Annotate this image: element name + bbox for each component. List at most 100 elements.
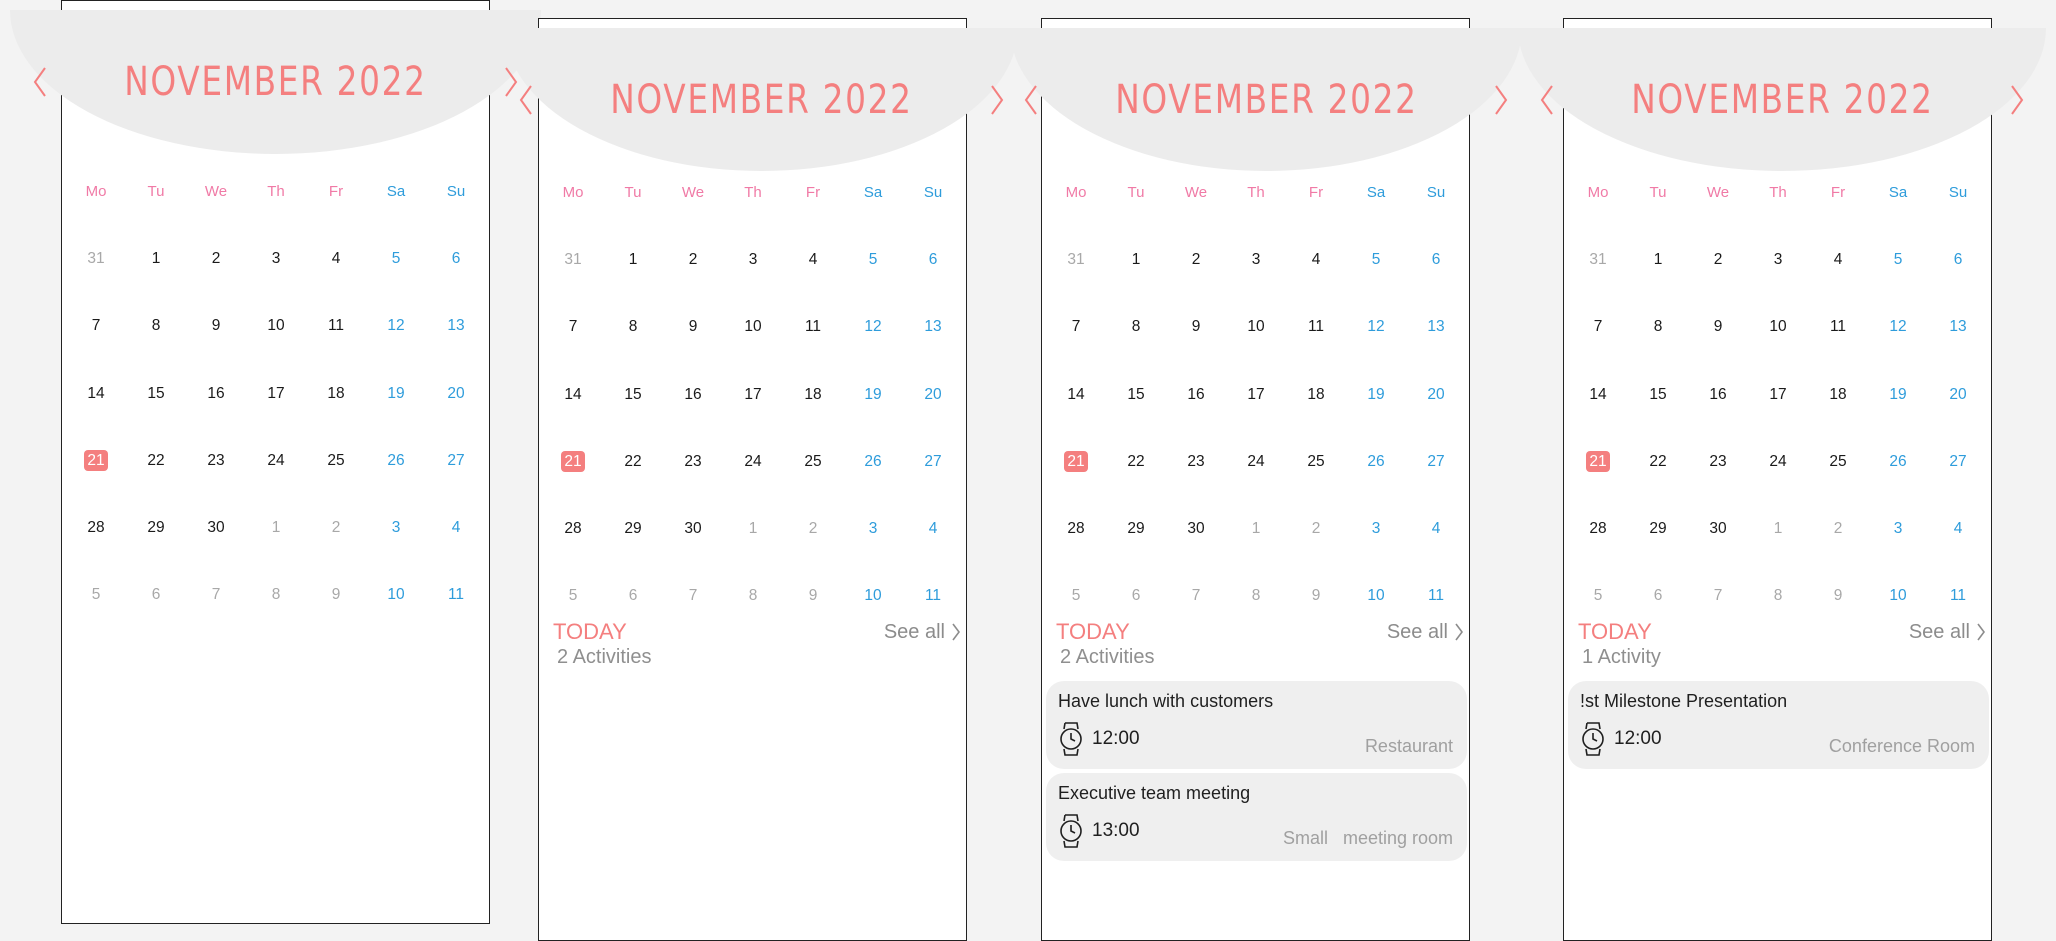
day-cell[interactable]: 25 [1286,453,1346,471]
day-cell[interactable]: 1 [603,251,663,269]
event-card[interactable]: Have lunch with customers 12:00 Restaura… [1046,681,1467,769]
day-cell[interactable]: 24 [723,453,783,471]
day-cell[interactable]: 29 [126,519,186,537]
day-cell[interactable]: 8 [1748,587,1808,605]
day-cell[interactable]: 12 [1346,318,1406,336]
day-cell[interactable]: 3 [1226,251,1286,269]
day-cell[interactable]: 31 [66,250,126,268]
day-cell[interactable]: 6 [126,586,186,604]
day-cell[interactable]: 5 [843,251,903,269]
day-cell[interactable]: 4 [1928,520,1988,538]
day-cell[interactable]: 16 [1688,386,1748,404]
day-cell[interactable]: 3 [1868,520,1928,538]
day-cell[interactable]: 28 [1568,520,1628,538]
day-cell[interactable]: 6 [1628,587,1688,605]
day-cell[interactable]: 3 [1748,251,1808,269]
day-cell[interactable]: 5 [1346,251,1406,269]
day-cell[interactable]: 17 [1226,386,1286,404]
day-cell[interactable]: 26 [1868,453,1928,471]
day-cell[interactable]: 2 [306,519,366,537]
day-cell[interactable]: 8 [723,587,783,605]
day-cell[interactable]: 6 [903,251,963,269]
day-cell[interactable]: 26 [1346,453,1406,471]
day-cell[interactable]: 27 [1928,453,1988,471]
day-cell[interactable]: 18 [306,385,366,403]
day-cell[interactable]: 8 [126,317,186,335]
day-cell[interactable]: 2 [783,520,843,538]
day-cell[interactable]: 6 [603,587,663,605]
day-cell[interactable]: 19 [366,385,426,403]
day-cell[interactable]: 24 [246,452,306,470]
day-cell[interactable]: 27 [903,453,963,471]
next-month-button[interactable] [1488,83,1514,117]
day-cell[interactable]: 31 [1568,251,1628,269]
day-cell[interactable]: 31 [1046,251,1106,269]
day-cell[interactable]: 10 [1868,587,1928,605]
day-cell[interactable]: 5 [543,587,603,605]
day-cell[interactable]: 25 [306,452,366,470]
day-cell[interactable]: 5 [1568,587,1628,605]
day-cell[interactable]: 19 [1346,386,1406,404]
day-cell[interactable]: 15 [1628,386,1688,404]
day-cell[interactable]: 9 [1808,587,1868,605]
day-cell[interactable]: 17 [246,385,306,403]
day-cell[interactable]: 17 [723,386,783,404]
day-cell[interactable]: 28 [66,519,126,537]
day-cell[interactable]: 22 [603,453,663,471]
day-cell-today[interactable]: 21 [1046,450,1106,472]
day-cell[interactable]: 1 [126,250,186,268]
day-cell[interactable]: 14 [1046,386,1106,404]
day-cell[interactable]: 16 [663,386,723,404]
day-cell[interactable]: 29 [603,520,663,538]
day-cell[interactable]: 5 [66,586,126,604]
day-cell[interactable]: 4 [1286,251,1346,269]
see-all-link[interactable]: See all [1387,619,1464,645]
day-cell[interactable]: 20 [1928,386,1988,404]
day-cell[interactable]: 4 [1808,251,1868,269]
see-all-link[interactable]: See all [1909,619,1986,645]
day-cell[interactable]: 12 [843,318,903,336]
prev-month-button[interactable] [1534,83,1560,117]
day-cell[interactable]: 9 [1166,318,1226,336]
day-cell[interactable]: 17 [1748,386,1808,404]
day-cell[interactable]: 23 [1688,453,1748,471]
day-cell[interactable]: 1 [723,520,783,538]
day-cell[interactable]: 1 [246,519,306,537]
day-cell[interactable]: 15 [126,385,186,403]
event-card[interactable]: Executive team meeting 13:00 Small meeti… [1046,773,1467,861]
day-cell[interactable]: 3 [723,251,783,269]
day-cell[interactable]: 3 [366,519,426,537]
day-cell[interactable]: 1 [1748,520,1808,538]
next-month-button[interactable] [984,83,1010,117]
day-cell[interactable]: 11 [306,317,366,335]
day-cell[interactable]: 2 [1808,520,1868,538]
day-cell[interactable]: 7 [1046,318,1106,336]
day-cell[interactable]: 2 [1166,251,1226,269]
day-cell[interactable]: 11 [903,587,963,605]
day-cell[interactable]: 3 [843,520,903,538]
day-cell[interactable]: 13 [1928,318,1988,336]
day-cell[interactable]: 11 [783,318,843,336]
day-cell[interactable]: 29 [1106,520,1166,538]
event-card[interactable]: !st Milestone Presentation 12:00 Confere… [1568,681,1989,769]
day-cell[interactable]: 30 [186,519,246,537]
day-cell[interactable]: 27 [1406,453,1466,471]
day-cell[interactable]: 18 [1808,386,1868,404]
day-cell[interactable]: 24 [1748,453,1808,471]
day-cell[interactable]: 13 [1406,318,1466,336]
day-cell[interactable]: 7 [1166,587,1226,605]
day-cell[interactable]: 23 [663,453,723,471]
day-cell[interactable]: 7 [543,318,603,336]
prev-month-button[interactable] [513,83,539,117]
day-cell-today[interactable]: 21 [1568,450,1628,472]
day-cell[interactable]: 5 [1046,587,1106,605]
day-cell[interactable]: 22 [126,452,186,470]
day-cell[interactable]: 2 [186,250,246,268]
day-cell[interactable]: 11 [1406,587,1466,605]
day-cell[interactable]: 30 [1688,520,1748,538]
day-cell[interactable]: 8 [1106,318,1166,336]
day-cell[interactable]: 9 [1286,587,1346,605]
day-cell[interactable]: 18 [1286,386,1346,404]
day-cell[interactable]: 9 [186,317,246,335]
day-cell[interactable]: 7 [66,317,126,335]
